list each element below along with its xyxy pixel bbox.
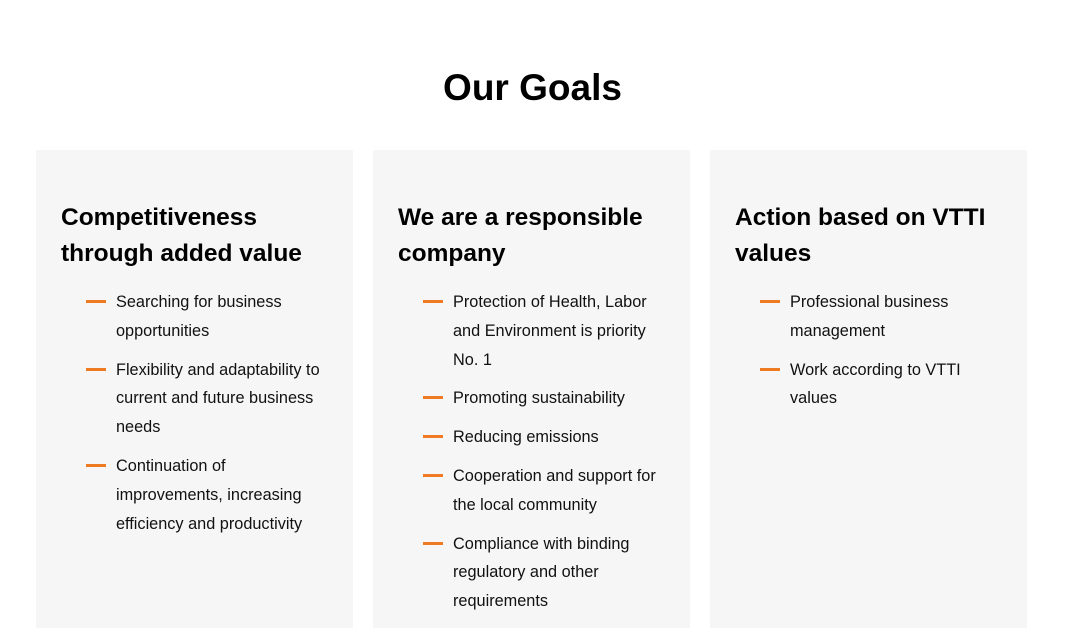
goal-item-text: Protection of Health, Labor and Environm… [453,293,647,369]
dash-icon [423,300,443,303]
dash-icon [86,367,106,371]
dash-icon [760,300,780,303]
goal-item-text: Compliance with binding regulatory and o… [453,534,630,611]
goal-item: Professional business management [760,288,1007,346]
goal-item: Reducing emissions [423,423,670,452]
goal-item: Flexibility and adaptability to current … [86,356,333,442]
dash-icon [423,435,443,439]
goal-item: Promoting sustainability [423,384,670,413]
goal-item: Compliance with binding regulatory and o… [423,530,670,616]
goal-item: Continuation of improvements, increasing… [86,452,333,538]
goal-item-text: Flexibility and adaptability to current … [116,360,320,437]
dash-icon [423,473,443,477]
card-title: Competitiveness through added value [61,204,302,267]
goals-cards: Competitiveness through added value Sear… [36,150,1028,628]
goal-item-text: Searching for business opportunities [116,293,282,340]
dash-icon [423,541,443,545]
goal-item: Cooperation and support for the local co… [423,462,670,520]
section-title: Our Goals [443,67,622,108]
dash-icon [86,463,106,467]
card-title: Action based on VTTI values [735,204,986,267]
goal-item-text: Continuation of improvements, increasing… [116,456,303,533]
goal-card-vtti-values: Action based on VTTI values Professional… [710,150,1027,628]
goal-list: Professional business management Work ac… [735,288,1007,413]
goal-list: Searching for business opportunities Fle… [61,288,333,538]
goal-list: Protection of Health, Labor and Environm… [398,288,670,616]
goal-item: Work according to VTTI values [760,356,1007,414]
dash-icon [86,300,106,303]
goal-item-text: Promoting sustainability [453,389,625,408]
goal-item: Protection of Health, Labor and Environm… [423,288,670,374]
card-title: We are a responsible company [398,204,643,267]
goal-card-competitiveness: Competitiveness through added value Sear… [36,150,353,628]
goal-item: Searching for business opportunities [86,288,333,346]
goal-item-text: Cooperation and support for the local co… [453,466,656,514]
dash-icon [423,396,443,400]
goal-item-text: Work according to VTTI values [790,360,961,408]
goal-item-text: Professional business management [790,293,949,340]
goal-item-text: Reducing emissions [453,428,599,447]
dash-icon [760,367,780,371]
goal-card-responsible-company: We are a responsible company Protection … [373,150,690,628]
